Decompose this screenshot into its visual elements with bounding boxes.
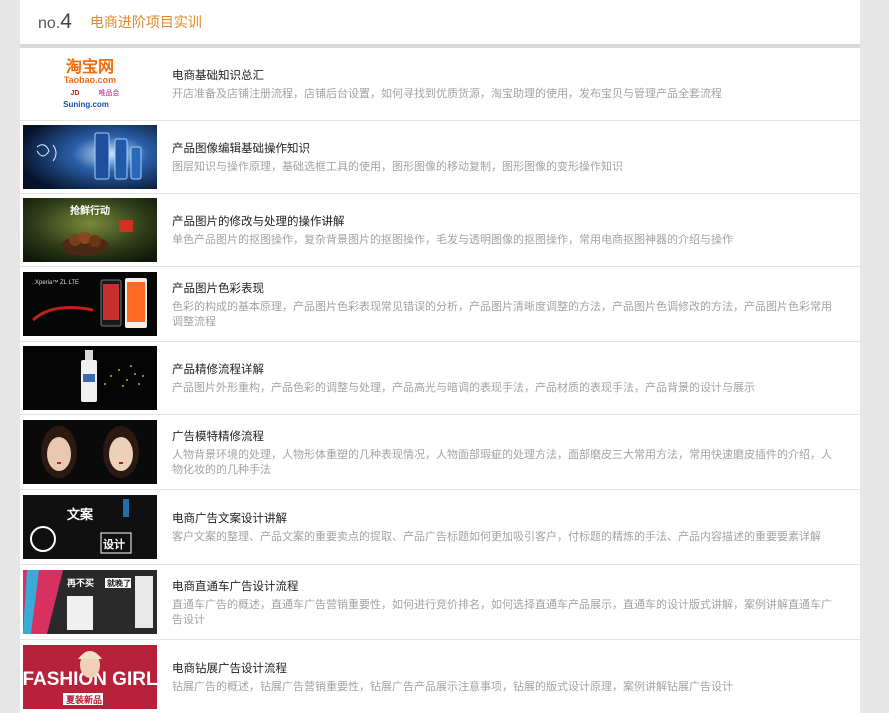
course-item[interactable]: 淘宝网 Taobao.com JD 唯品会 Suning.com 电商基础知识总… (20, 48, 860, 121)
course-title[interactable]: 电商钻展广告设计流程 (172, 660, 838, 676)
course-item[interactable]: 广告模特精修流程 人物背景环境的处理，人物形体重塑的几种表现情况，人物面部瑕疵的… (20, 415, 860, 490)
svg-text:就晚了: 就晚了 (107, 578, 131, 588)
svg-text:Xperia™ ZL LTE: Xperia™ ZL LTE (35, 279, 79, 286)
svg-text:设计: 设计 (103, 537, 125, 551)
course-item[interactable]: Xperia™ ZL LTE 产品图片色彩表现 色彩的构成的基本原理，产品图片色… (20, 267, 860, 342)
section-header: no.4 电商进阶项目实训 (20, 0, 860, 44)
vip-logo: 唯品会 (99, 88, 120, 97)
course-section: no.4 电商进阶项目实训 淘宝网 Taobao.com JD 唯品会 Suni… (20, 0, 860, 713)
course-thumbnail-phone: Xperia™ ZL LTE (23, 272, 157, 336)
course-description: 单色产品图片的抠图操作，复杂背景图片的抠图操作，毛发与透明图像的抠图操作，常用电… (172, 233, 733, 246)
course-thumbnail-fashion-ad: FASHION GIRL 夏装新品 (23, 644, 157, 709)
course-item[interactable]: 产品精修流程详解 产品图片外形重构，产品色彩的调整与处理，产品高光与暗调的表现手… (20, 342, 860, 415)
section-title: 电商进阶项目实训 (89, 15, 202, 31)
course-title[interactable]: 电商广告文案设计讲解 (172, 510, 838, 526)
course-thumbnail-food: 抢鲜行动 (23, 198, 157, 262)
course-item[interactable]: 再不买 就晚了 电商直通车广告设计流程 直通车广告的概述，直通车广告营销重要性，… (20, 565, 860, 640)
course-title[interactable]: 产品图片色彩表现 (172, 280, 838, 296)
course-thumbnail-through-train-ad: 再不买 就晚了 (23, 570, 157, 634)
course-description: 图层知识与操作原理，基础选框工具的使用，图形图像的移动复制，图形图像的变形操作知… (172, 160, 623, 173)
taobao-logo: 淘宝网 (66, 57, 114, 76)
course-thumbnail-cosmetics (23, 125, 157, 189)
course-title[interactable]: 产品图像编辑基础操作知识 (172, 140, 838, 156)
svg-text:再不买: 再不买 (67, 578, 94, 589)
course-title[interactable]: 电商直通车广告设计流程 (172, 578, 838, 594)
svg-text:文案: 文案 (67, 507, 94, 523)
course-title[interactable]: 广告模特精修流程 (172, 428, 838, 444)
course-title[interactable]: 电商基础知识总汇 (172, 67, 838, 83)
course-thumbnail-product-bottle (23, 346, 157, 410)
course-title[interactable]: 产品精修流程详解 (172, 361, 838, 377)
course-thumbnail-ecommerce-logos: 淘宝网 Taobao.com JD 唯品会 Suning.com (23, 52, 157, 116)
jd-logo: JD (71, 90, 80, 97)
svg-text:Taobao.com: Taobao.com (64, 75, 116, 85)
course-thumbnail-model-portrait (23, 420, 157, 484)
course-title[interactable]: 产品图片的修改与处理的操作讲解 (172, 213, 838, 229)
svg-text:夏装新品: 夏装新品 (65, 694, 102, 706)
section-number: no.4 (38, 10, 72, 33)
course-item[interactable]: 抢鲜行动 产品图片的修改与处理的操作讲解 单色产品图片的抠图操作，复杂背景图片的… (20, 194, 860, 267)
course-list: 淘宝网 Taobao.com JD 唯品会 Suning.com 电商基础知识总… (20, 48, 860, 713)
suning-logo: Suning.com (63, 100, 109, 109)
course-description: 色彩的构成的基本原理，产品图片色彩表现常见错误的分析，产品图片清晰度调整的方法，… (172, 299, 832, 328)
course-item[interactable]: 文案 设计 电商广告文案设计讲解 客户文案的整理、产品文案的重要卖点的提取、产品… (20, 490, 860, 565)
course-description: 开店准备及店铺注册流程，店铺后台设置，如何寻找到优质货源，淘宝助理的使用，发布宝… (172, 87, 722, 100)
course-thumbnail-copywriting: 文案 设计 (23, 495, 157, 559)
svg-text:抢鲜行动: 抢鲜行动 (70, 204, 110, 217)
course-description: 直通车广告的概述，直通车广告营销重要性，如何进行竞价排名，如何选择直通车产品展示… (172, 597, 832, 626)
course-description: 产品图片外形重构，产品色彩的调整与处理，产品高光与暗调的表现手法，产品材质的表现… (172, 381, 755, 394)
course-item[interactable]: 产品图像编辑基础操作知识 图层知识与操作原理，基础选框工具的使用，图形图像的移动… (20, 121, 860, 194)
course-description: 客户文案的整理、产品文案的重要卖点的提取、产品广告标题如何更加吸引客户，付标题的… (172, 530, 821, 543)
course-item[interactable]: FASHION GIRL 夏装新品 电商钻展广告设计流程 钻展广告的概述，钻展广… (20, 640, 860, 713)
course-description: 钻展广告的概述，钻展广告营销重要性，钻展广告产品展示注意事项，钻展的版式设计原理… (172, 679, 733, 693)
course-description: 人物背景环境的处理，人物形体重塑的几种表现情况，人物面部瑕疵的处理方法，面部磨皮… (172, 447, 832, 476)
